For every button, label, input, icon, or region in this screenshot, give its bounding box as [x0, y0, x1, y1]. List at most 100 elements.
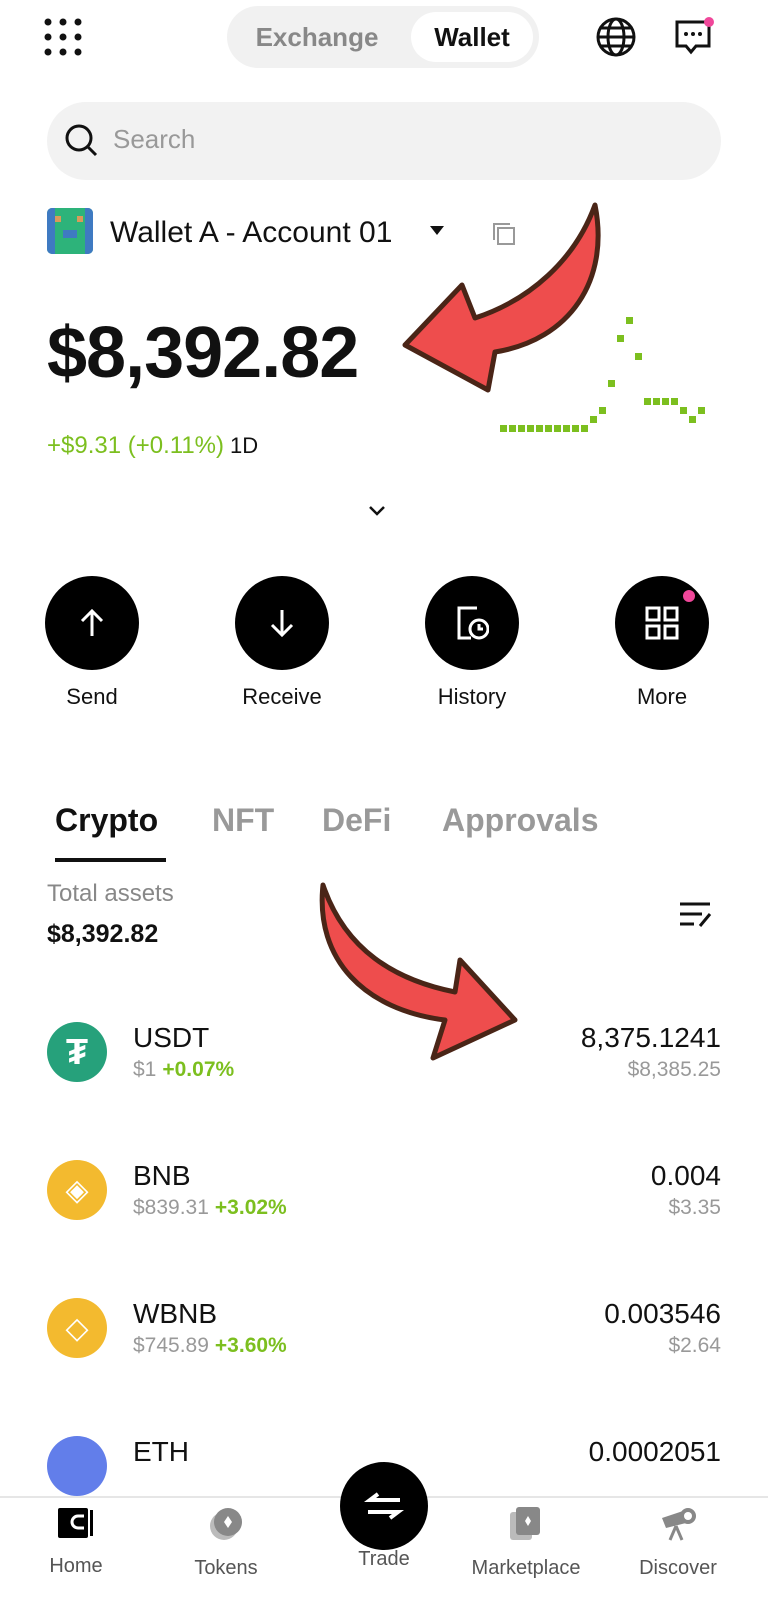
asset-usd-value: $2.64 [668, 1334, 721, 1357]
tab-wallet[interactable]: Wallet [411, 12, 533, 62]
sparkline-point [581, 425, 588, 432]
sparkline-point [536, 425, 543, 432]
globe-icon[interactable] [596, 17, 636, 62]
swap-icon [364, 1492, 404, 1520]
asset-price: $1 +0.07% [133, 1058, 234, 1082]
more-label: More [636, 684, 688, 709]
annotation-arrow-icon [402, 202, 601, 393]
asset-amount: 0.0002051 [588, 1436, 721, 1467]
history-icon [457, 606, 489, 640]
receive-label: Receive [242, 684, 322, 709]
active-tab-indicator [55, 858, 166, 862]
tab-crypto[interactable]: Crypto [55, 802, 158, 839]
price: $745.89 [133, 1334, 209, 1357]
sparkline-point [671, 398, 678, 405]
price-change: +0.07% [162, 1058, 235, 1081]
sparkline-point [680, 407, 687, 414]
bnb-icon: ◈ [47, 1160, 107, 1220]
asset-symbol: ETH [133, 1436, 189, 1467]
tab-nft[interactable]: NFT [212, 802, 274, 839]
sparkline-point [545, 425, 552, 432]
search-placeholder: Search [113, 124, 196, 154]
asset-usd-value: $8,385.25 [627, 1058, 721, 1081]
nav-discover[interactable]: Discover [608, 1506, 748, 1580]
sparkline-point [653, 398, 660, 405]
tab-defi[interactable]: DeFi [322, 802, 391, 839]
sparkline-point [662, 398, 669, 405]
nav-marketplace[interactable]: Marketplace [456, 1506, 596, 1580]
telescope-icon [662, 1508, 696, 1541]
sparkline-point [599, 407, 606, 414]
asset-price: $745.89 +3.60% [133, 1334, 287, 1358]
total-assets-value: $8,392.82 [47, 920, 159, 948]
notification-dot [683, 590, 695, 602]
asset-row-wbnb[interactable]: ◇ WBNB $745.89 +3.60% 0.003546 $2.64 [47, 1298, 721, 1368]
history-button[interactable]: History [424, 576, 520, 710]
nav-label: Marketplace [471, 1557, 581, 1579]
nav-tokens[interactable]: Tokens [156, 1506, 296, 1580]
sparkline-point [617, 335, 624, 342]
total-balance: $8,392.82 [47, 313, 359, 393]
more-button[interactable]: More [614, 576, 710, 710]
send-button[interactable]: Send [44, 576, 140, 710]
total-assets-label: Total assets [47, 880, 174, 907]
price: $839.31 [133, 1196, 209, 1219]
asset-row-bnb[interactable]: ◈ BNB $839.31 +3.02% 0.004 $3.35 [47, 1160, 721, 1230]
search-input[interactable]: Search [47, 102, 721, 180]
sparkline-point [527, 425, 534, 432]
sparkline-point [518, 425, 525, 432]
wallet-icon [58, 1508, 93, 1538]
period-label[interactable]: 1D [230, 433, 258, 458]
asset-symbol: USDT [133, 1022, 210, 1053]
tab-approvals[interactable]: Approvals [442, 802, 598, 839]
asset-symbol: BNB [133, 1160, 191, 1191]
sparkline-point [590, 416, 597, 423]
tab-exchange[interactable]: Exchange [237, 12, 397, 62]
asset-row-usdt[interactable]: ₮ USDT $1 +0.07% 8,375.1241 $8,385.25 [47, 1022, 721, 1092]
nav-home[interactable]: Home [6, 1506, 146, 1578]
nav-label: Trade [358, 1548, 410, 1570]
price: $1 [133, 1058, 157, 1081]
wallet-avatar [47, 208, 93, 254]
nav-label: Home [49, 1555, 103, 1577]
grid-menu-icon[interactable] [44, 18, 82, 61]
nav-label: Discover [639, 1557, 717, 1579]
sparkline-point [626, 317, 633, 324]
price-change: +3.02% [214, 1196, 287, 1219]
usdt-icon: ₮ [47, 1022, 107, 1082]
asset-price: $839.31 +3.02% [133, 1196, 287, 1220]
receive-button[interactable]: Receive [234, 576, 330, 710]
nav-label: Tokens [194, 1557, 258, 1579]
eth-icon [47, 1436, 107, 1496]
asset-symbol: WBNB [133, 1298, 217, 1329]
balance-change: +$9.31 (+0.11%) 1D [47, 432, 258, 460]
asset-amount: 0.004 [650, 1160, 721, 1191]
change-value: +$9.31 (+0.11%) [47, 432, 225, 459]
asset-amount: 0.003546 [604, 1298, 721, 1329]
tokens-icon [210, 1508, 242, 1540]
sparkline-point [698, 407, 705, 414]
send-label: Send [66, 684, 118, 709]
sparkline-point [635, 353, 642, 360]
account-selector[interactable]: Wallet A - Account 01 [110, 216, 392, 250]
sparkline-point [509, 425, 516, 432]
sparkline-point [554, 425, 561, 432]
sort-filter-icon[interactable] [678, 900, 714, 935]
chat-icon[interactable] [674, 16, 716, 61]
history-label: History [437, 684, 507, 709]
trade-button[interactable] [340, 1462, 428, 1550]
search-icon [65, 124, 98, 157]
sparkline-point [644, 398, 651, 405]
asset-amount: 8,375.1241 [580, 1022, 721, 1053]
asset-usd-value: $3.35 [668, 1196, 721, 1219]
arrow-up-icon [80, 608, 104, 636]
expand-chevron-icon[interactable] [368, 504, 386, 522]
wbnb-icon: ◇ [47, 1298, 107, 1358]
sparkline-point [689, 416, 696, 423]
more-grid-icon [645, 606, 679, 640]
sparkline-point [563, 425, 570, 432]
price-change: +3.60% [214, 1334, 287, 1357]
mode-switch: Exchange Wallet [227, 6, 539, 68]
sparkline-point [500, 425, 507, 432]
arrow-down-icon [270, 610, 294, 638]
